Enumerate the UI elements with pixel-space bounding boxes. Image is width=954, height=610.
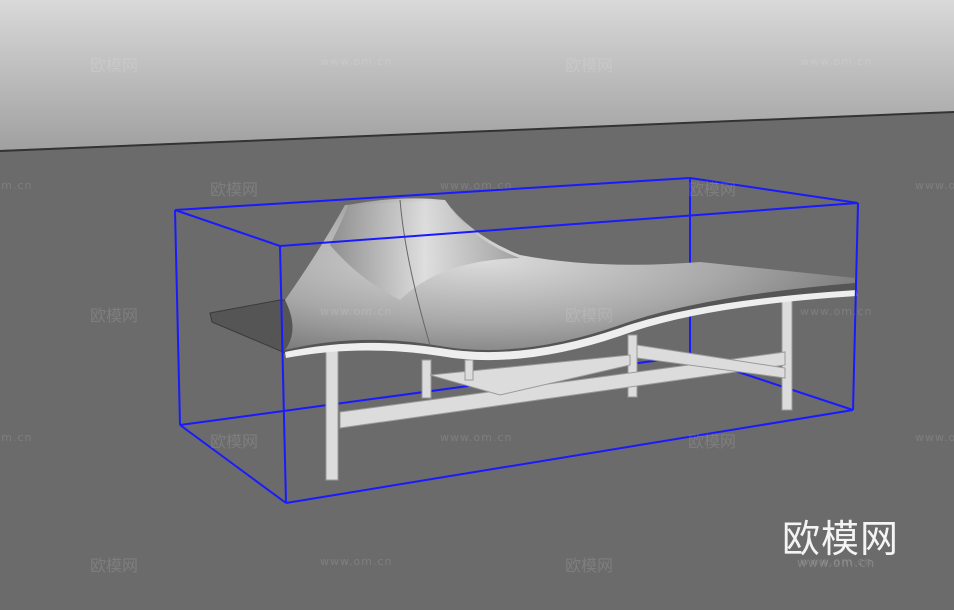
- backdrop-wall: [0, 0, 954, 150]
- watermark-logo: 欧模网: [782, 517, 900, 561]
- watermark-url: www.om.cn: [797, 556, 876, 570]
